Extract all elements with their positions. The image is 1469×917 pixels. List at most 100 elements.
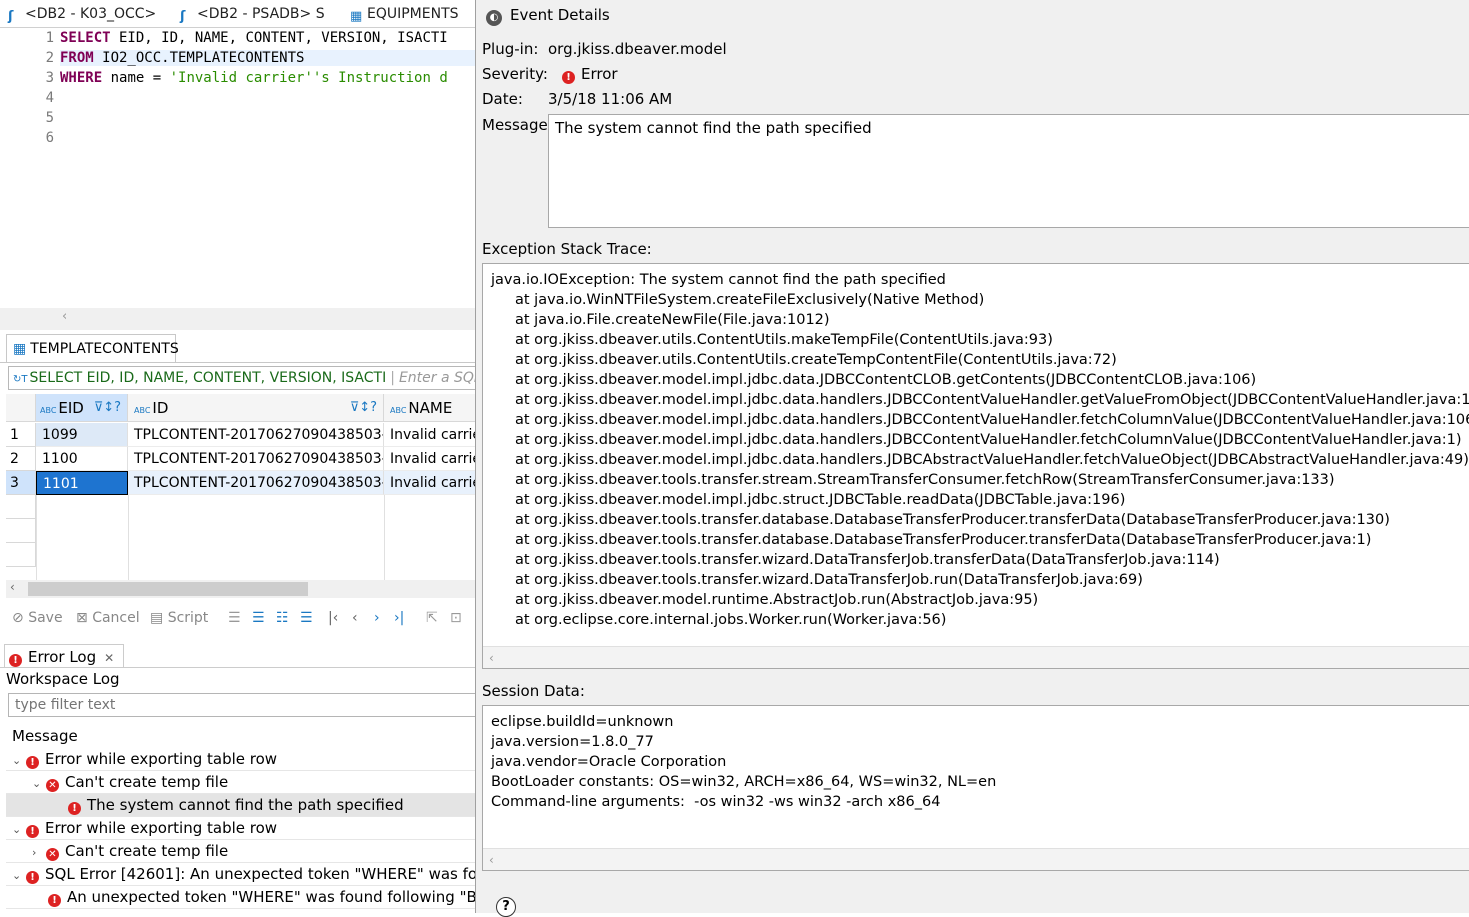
log-text: Error while exporting table row: [45, 750, 278, 768]
fetch-all-icon[interactable]: ⊡: [450, 610, 462, 626]
cell-name[interactable]: Invalid carrie: [384, 447, 476, 471]
severity-text: Error: [581, 65, 618, 83]
help-button[interactable]: ?: [496, 897, 516, 917]
editor-horizontal-scrollbar[interactable]: ‹: [0, 308, 476, 330]
cell-eid-selected[interactable]: 1101: [36, 471, 128, 495]
error-log-tab[interactable]: ! Error Log ✕: [4, 644, 124, 668]
line-number: 5: [45, 110, 54, 126]
scroll-left-icon[interactable]: ‹: [10, 580, 15, 594]
dialog-title-text: Event Details: [510, 6, 610, 24]
save-icon: ⊘: [12, 610, 24, 626]
chevron-down-icon[interactable]: ⌄: [12, 749, 26, 770]
first-row-icon[interactable]: |‹: [328, 610, 338, 626]
error-icon: ✕: [46, 779, 59, 792]
filter-sort-icon[interactable]: ⊽↕?: [350, 394, 377, 421]
string-type-icon: ABC: [390, 406, 407, 415]
scroll-thumb[interactable]: [28, 582, 308, 596]
log-entry[interactable]: ⌄! SQL Error [42601]: An unexpected token…: [6, 863, 476, 886]
column-label: ID: [152, 399, 169, 417]
stack-frame-line: at org.jkiss.dbeaver.model.impl.jdbc.str…: [515, 492, 1126, 508]
message-column-header[interactable]: Message: [12, 727, 78, 745]
log-entry[interactable]: ! An unexpected token "WHERE" was found f…: [6, 886, 476, 909]
chevron-down-icon[interactable]: ⌄: [12, 864, 26, 885]
log-entry-selected[interactable]: ! The system cannot find the path specifi…: [6, 794, 476, 817]
table-icon: ▦: [350, 9, 363, 24]
script-label: Script: [167, 610, 209, 626]
stack-frame-line: at org.jkiss.dbeaver.utils.ContentUtils.…: [515, 332, 1053, 348]
script-button[interactable]: ▤ Script: [150, 610, 208, 626]
edit-row-icon[interactable]: ☰: [228, 610, 241, 626]
cell-id[interactable]: TPLCONTENT-20170627090438503-1: [128, 471, 384, 495]
scroll-left-icon[interactable]: ‹: [62, 309, 67, 324]
cell-eid[interactable]: 1099: [36, 423, 128, 447]
row-number[interactable]: 3: [6, 471, 36, 495]
prev-row-icon[interactable]: ‹: [352, 610, 358, 626]
session-data-area[interactable]: eclipse.buildId=unknown java.version=1.8.…: [482, 705, 1469, 871]
editor-tab-equipments[interactable]: ▦ EQUIPMENTS: [350, 2, 459, 26]
add-row-icon[interactable]: ☰: [252, 610, 265, 626]
stack-frame-line: at org.jkiss.dbeaver.model.impl.jdbc.dat…: [515, 412, 1469, 428]
cancel-icon: ⊠: [76, 610, 88, 626]
next-row-icon[interactable]: ›: [374, 610, 380, 626]
fetch-page-icon[interactable]: ⇱: [426, 610, 438, 626]
log-text: The system cannot find the path specifie…: [87, 796, 404, 814]
cell-name[interactable]: Invalid carrie: [384, 471, 476, 495]
left-workbench: ʃ <DB2 - K03_OCC> ʃ <DB2 - PSADB> S ▦ EQUIP…: [0, 0, 476, 913]
trace-horizontal-scrollbar[interactable]: ‹: [483, 646, 1469, 668]
tab-label: EQUIPMENTS: [367, 6, 459, 22]
results-tab[interactable]: ▦ TEMPLATECONTENTS: [6, 334, 179, 362]
chevron-down-icon[interactable]: ⌄: [32, 772, 46, 793]
session-line: Command-line arguments: -os win32 -ws wi…: [491, 794, 941, 810]
plugin-value: org.jkiss.dbeaver.model: [548, 40, 727, 58]
log-entry[interactable]: ⌄ ✕ Can't create temp file: [6, 771, 476, 794]
column-header-name[interactable]: ABC NAME: [384, 394, 476, 422]
results-filter-bar[interactable]: ↻T SELECT EID, ID, NAME, CONTENT, VERSION…: [8, 366, 476, 390]
tab-label: <DB2 - K03_OCC>: [25, 6, 157, 22]
session-horizontal-scrollbar[interactable]: ‹: [483, 848, 1469, 870]
message-text-area[interactable]: The system cannot find the path specifie…: [548, 114, 1469, 228]
column-header-id[interactable]: ABC ID ⊽↕?: [128, 394, 384, 422]
dialog-title: ◐ Event Details: [486, 6, 610, 26]
cancel-label: Cancel: [92, 610, 140, 626]
line-number: 3: [45, 70, 54, 86]
stack-frame-line: at org.jkiss.dbeaver.tools.transfer.wiza…: [515, 572, 1143, 588]
editor-tab-k03[interactable]: ʃ <DB2 - K03_OCC>: [8, 2, 156, 26]
log-entry[interactable]: › ✕ Can't create temp file: [6, 840, 476, 863]
last-row-icon[interactable]: ›|: [394, 610, 404, 626]
code-line-1: SELECT EID, ID, NAME, CONTENT, VERSION, …: [60, 30, 448, 46]
log-filter-input[interactable]: [8, 693, 476, 717]
delete-row-icon[interactable]: ☰: [300, 610, 313, 626]
code-text: EID, ID, NAME, CONTENT, VERSION, ISACTI: [110, 30, 448, 46]
filter-sort-icon[interactable]: ⊽↕?: [94, 394, 121, 421]
cell-name[interactable]: Invalid carrie: [384, 423, 476, 447]
editor-tab-psadb[interactable]: ʃ <DB2 - PSADB> S: [180, 2, 325, 26]
column-header-eid[interactable]: ABC EID ⊽↕?: [36, 394, 128, 422]
stack-trace-area[interactable]: java.io.IOException: The system cannot f…: [482, 263, 1469, 669]
cancel-button[interactable]: ⊠ Cancel: [76, 610, 140, 626]
results-grid[interactable]: ABC EID ⊽↕? ABC ID ⊽↕? ABC NAME 1 1099 TPLCON…: [6, 394, 476, 580]
message-label: Message:: [482, 116, 553, 134]
column-divider: [384, 495, 385, 580]
table-icon: ▦: [13, 341, 27, 357]
results-tab-label: TEMPLATECONTENTS: [30, 341, 179, 357]
sql-editor[interactable]: 1 2 3 4 5 6 SELECT EID, ID, NAME, CONTEN…: [6, 28, 476, 308]
close-icon[interactable]: ✕: [104, 651, 114, 665]
sql-keyword: FROM: [60, 50, 94, 66]
grid-horizontal-scrollbar[interactable]: ‹: [6, 580, 476, 598]
chevron-down-icon[interactable]: ⌄: [12, 818, 26, 839]
sql-script-icon: ʃ: [8, 9, 14, 24]
cell-eid[interactable]: 1100: [36, 447, 128, 471]
divider: [0, 362, 476, 363]
chevron-right-icon[interactable]: ›: [32, 841, 46, 862]
copy-row-icon[interactable]: ☷: [276, 610, 289, 626]
row-number[interactable]: 2: [6, 447, 36, 471]
column-label: NAME: [408, 399, 453, 417]
session-line: BootLoader constants: OS=win32, ARCH=x86…: [491, 774, 997, 790]
log-entry[interactable]: ⌄! Error while exporting table row: [6, 817, 476, 840]
log-entry[interactable]: ⌄! Error while exporting table row: [6, 748, 476, 771]
separator: |: [390, 370, 395, 386]
save-button[interactable]: ⊘ Save: [12, 610, 63, 626]
cell-id[interactable]: TPLCONTENT-20170627090438503-1: [128, 447, 384, 471]
row-number[interactable]: 1: [6, 423, 36, 447]
cell-id[interactable]: TPLCONTENT-20170627090438503-1: [128, 423, 384, 447]
